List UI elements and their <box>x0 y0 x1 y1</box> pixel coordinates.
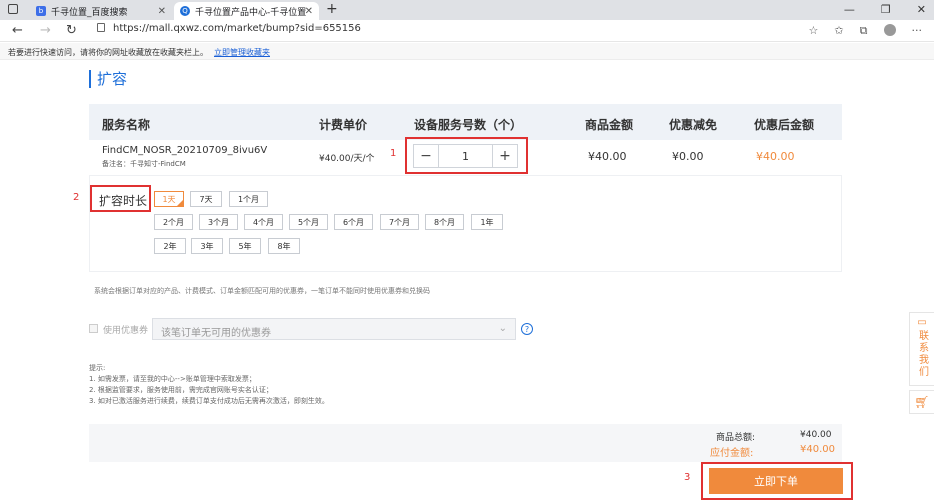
duration-8-months[interactable]: 8个月 <box>425 214 464 230</box>
contact-us-label: 联系我们 <box>916 330 928 378</box>
tip-line: 3. 如对已激活服务进行续费，续费订单支付成功后无需再次激活，即刻生效。 <box>89 397 329 405</box>
service-name: FindCM_NOSR_20210709_8ivu6V <box>102 145 268 156</box>
payable-label: 应付金额: <box>710 448 754 459</box>
use-coupon-label: 使用优惠券 <box>103 326 149 336</box>
total-label: 商品总额: <box>716 433 756 443</box>
payable-value: ¥40.00 <box>800 444 835 455</box>
favorites-icon[interactable]: ✩ <box>834 24 843 38</box>
annotation-label-2: 2 <box>73 192 80 203</box>
table-header: 服务名称 计费单价 设备服务号数（个） 商品金额 优惠减免 优惠后金额 <box>89 104 842 140</box>
tip-line: 1. 如需发票，请至我的中心-->账单管理中索取发票； <box>89 375 256 383</box>
duration-1-month[interactable]: 1个月 <box>229 191 268 207</box>
annotation-label-1: 1 <box>390 148 397 159</box>
header-quantity: 设备服务号数（个） <box>414 118 523 132</box>
favorites-bar: 若要进行快速访问，请将你的网址收藏放在收藏夹栏上。 立即管理收藏夹 <box>0 43 934 60</box>
profile-avatar[interactable] <box>883 24 896 36</box>
annotation-label-3: 3 <box>684 472 691 483</box>
close-window-icon[interactable]: ✕ <box>917 3 926 16</box>
coupon-rule-note: 系统会根据订单对应的产品、计费模式、订单金额匹配可用的优惠券，一笔订单不能同时使… <box>94 287 430 295</box>
lock-icon <box>97 23 105 32</box>
duration-3-years[interactable]: 3年 <box>191 238 223 254</box>
close-tab-icon[interactable]: ✕ <box>158 6 166 17</box>
duration-8-years[interactable]: 8年 <box>268 238 300 254</box>
duration-4-months[interactable]: 4个月 <box>244 214 283 230</box>
duration-7-days[interactable]: 7天 <box>190 191 222 207</box>
tips-title: 提示: <box>89 364 106 372</box>
discount: ¥0.00 <box>672 150 704 163</box>
duration-6-months[interactable]: 6个月 <box>334 214 373 230</box>
header-service-name: 服务名称 <box>102 118 151 132</box>
annotation-box-quantity <box>405 137 528 174</box>
tab-title: 千寻位置产品中心-千寻位置 <box>195 7 307 18</box>
place-order-button[interactable]: 立即下单 <box>709 468 843 494</box>
duration-1-day[interactable]: 1天 <box>154 191 184 207</box>
coupon-select[interactable]: 该笔订单无可用的优惠券 ⌄ <box>152 318 516 340</box>
favorites-hint: 若要进行快速访问，请将你的网址收藏放在收藏夹栏上。 <box>8 48 208 57</box>
annotation-box-duration <box>90 185 151 212</box>
message-icon: ▭ <box>917 317 927 328</box>
qxwz-favicon-icon: Q <box>180 6 190 16</box>
tips-section: 提示: 1. 如需发票，请至我的中心-->账单管理中索取发票； 2. 根据监管要… <box>89 363 329 407</box>
address-bar: ← → ↻ https://mall.qxwz.com/market/bump?… <box>0 20 934 42</box>
header-amount: 商品金额 <box>585 118 634 132</box>
header-final: 优惠后金额 <box>754 118 815 132</box>
duration-5-years[interactable]: 5年 <box>229 238 261 254</box>
page-title: 扩容 <box>89 70 127 88</box>
total-value: ¥40.00 <box>800 430 832 440</box>
new-tab-button[interactable]: + <box>326 1 338 17</box>
header-unit-price: 计费单价 <box>319 118 368 132</box>
tab-qxwz[interactable]: Q 千寻位置产品中心-千寻位置 ✕ <box>174 2 319 20</box>
browser-tab-bar: b 千寻位置_百度搜索 ✕ Q 千寻位置产品中心-千寻位置 ✕ + — ❐ ✕ <box>0 0 934 20</box>
forward-icon[interactable]: → <box>40 23 51 38</box>
service-remark: 备注名：千寻知寸-FindCM <box>102 160 186 168</box>
duration-1-year[interactable]: 1年 <box>471 214 503 230</box>
url-field[interactable]: https://mall.qxwz.com/market/bump?sid=65… <box>97 23 361 34</box>
use-coupon-checkbox[interactable] <box>89 324 98 333</box>
duration-7-months[interactable]: 7个月 <box>380 214 419 230</box>
baidu-favicon-icon: b <box>36 6 46 16</box>
more-menu-icon[interactable]: ··· <box>912 24 923 38</box>
duration-3-months[interactable]: 3个月 <box>199 214 238 230</box>
chevron-down-icon: ⌄ <box>498 323 507 334</box>
close-tab-icon[interactable]: ✕ <box>305 6 313 17</box>
help-icon[interactable]: ? <box>521 323 533 335</box>
minimize-icon[interactable]: — <box>844 3 855 16</box>
final-amount: ¥40.00 <box>756 150 795 163</box>
window-menu-icon[interactable] <box>8 4 18 14</box>
header-discount: 优惠减免 <box>669 118 718 132</box>
maximize-icon[interactable]: ❐ <box>881 3 891 16</box>
contact-us-button[interactable]: ▭ 联系我们 <box>909 312 934 386</box>
cart-icon: 🛒︎ <box>914 395 930 409</box>
collections-icon[interactable]: ⧉ <box>860 24 868 38</box>
order-summary: 商品总额: ¥40.00 应付金额: ¥40.00 <box>89 424 842 462</box>
coupon-placeholder: 该笔订单无可用的优惠券 <box>161 328 271 339</box>
tip-line: 2. 根据监管要求，服务使用前，需完成官网账号实名认证； <box>89 386 273 394</box>
refresh-icon[interactable]: ↻ <box>66 23 77 38</box>
manage-favorites-link[interactable]: 立即管理收藏夹 <box>214 48 270 57</box>
add-favorite-icon[interactable]: ☆ <box>809 24 819 38</box>
unit-price: ¥40.00/天/个 <box>319 154 375 164</box>
url-text: https://mall.qxwz.com/market/bump?sid=65… <box>113 23 361 34</box>
duration-5-months[interactable]: 5个月 <box>289 214 328 230</box>
tab-baidu[interactable]: b 千寻位置_百度搜索 ✕ <box>30 2 172 20</box>
back-icon[interactable]: ← <box>12 23 23 38</box>
cart-button[interactable]: 🛒︎ <box>909 390 934 414</box>
amount: ¥40.00 <box>588 150 627 163</box>
duration-2-months[interactable]: 2个月 <box>154 214 193 230</box>
duration-2-years[interactable]: 2年 <box>154 238 186 254</box>
tab-title: 千寻位置_百度搜索 <box>51 7 128 18</box>
